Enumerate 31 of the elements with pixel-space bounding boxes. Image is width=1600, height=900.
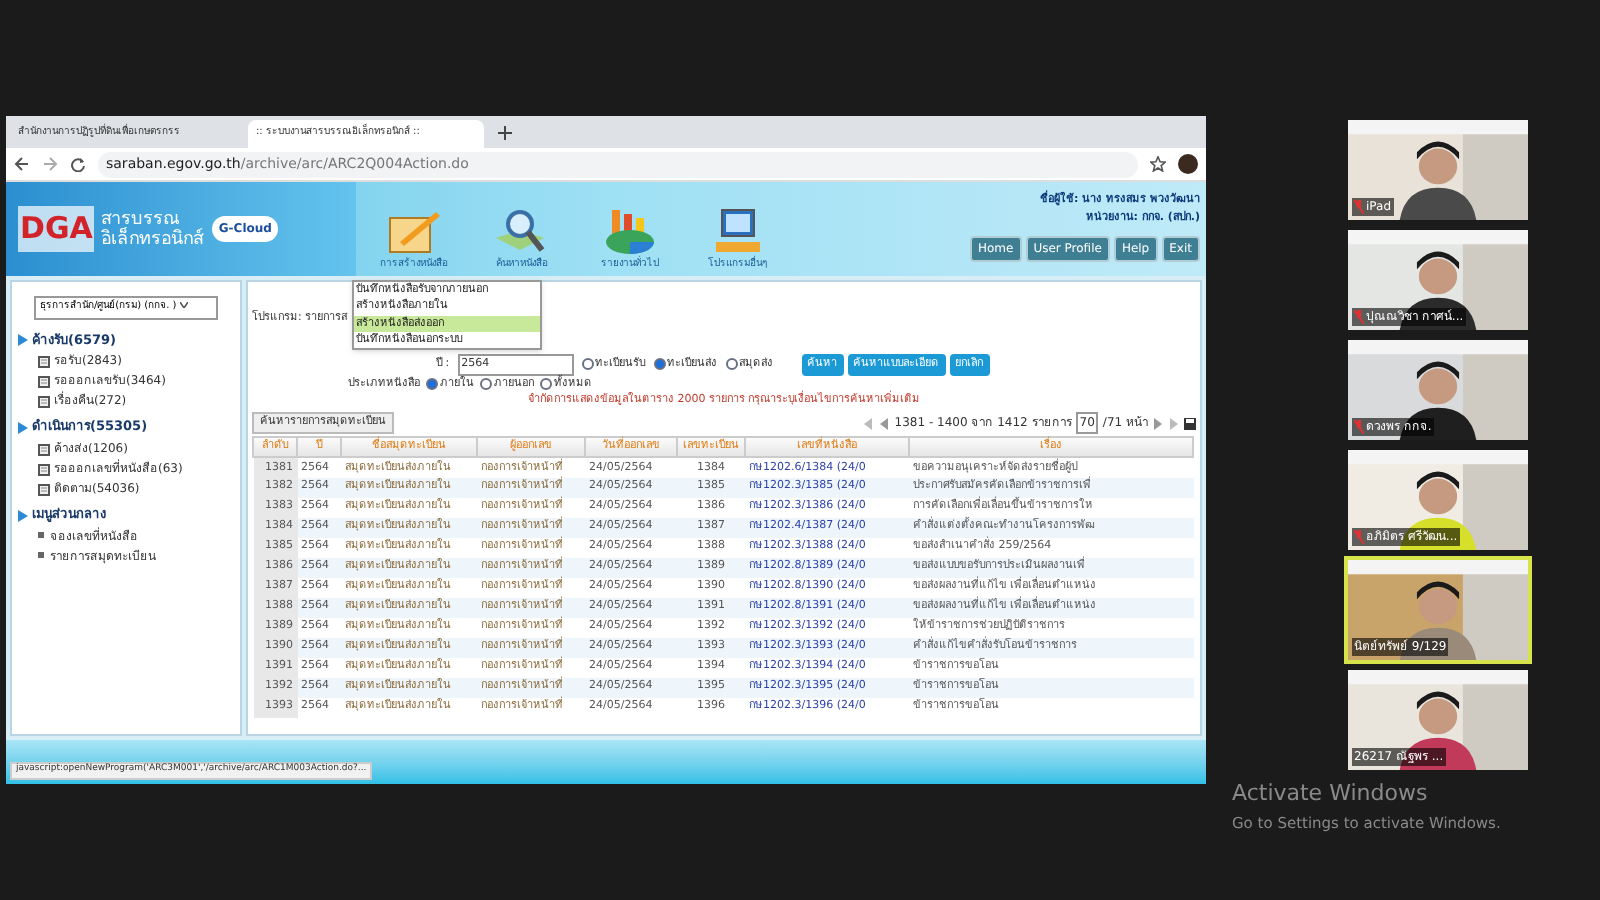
- triangle-icon: [18, 422, 28, 435]
- radio-button[interactable]: [581, 358, 594, 371]
- document-icon: [38, 375, 50, 388]
- next-page-icon[interactable]: [1152, 417, 1164, 429]
- back-arrow-icon[interactable]: [14, 156, 30, 172]
- radio-button[interactable]: [426, 377, 438, 390]
- plus-icon[interactable]: [498, 126, 512, 140]
- triangle-icon: [18, 334, 28, 347]
- previous-page-icon[interactable]: [878, 417, 891, 429]
- radio-button[interactable]: [480, 377, 492, 390]
- radio-button[interactable]: [540, 377, 552, 390]
- document-icon: [38, 483, 50, 495]
- activation-title: Activate Windows: [1232, 778, 1430, 810]
- bullet-icon: [38, 532, 46, 541]
- chevron-down-icon: [180, 302, 189, 309]
- document-icon: [38, 443, 50, 455]
- reload-icon[interactable]: [70, 156, 86, 172]
- logo-brand: DGA: [18, 206, 95, 252]
- save-icon[interactable]: [1184, 417, 1196, 429]
- document-icon: [38, 463, 50, 475]
- document-icon: [38, 395, 50, 408]
- logo-title: สารบรรณ: [100, 209, 179, 229]
- pie-chart-icon: [600, 205, 660, 257]
- bullet-icon: [38, 552, 46, 561]
- radio-button[interactable]: [653, 358, 666, 371]
- avatar-icon[interactable]: [1178, 154, 1198, 174]
- document-icon: [38, 355, 50, 368]
- logo-subtitle: อิเล็กทรอนิกส์: [100, 229, 203, 249]
- radio-button[interactable]: [725, 358, 738, 371]
- star-icon[interactable]: [1150, 156, 1166, 172]
- triangle-icon: [18, 509, 28, 522]
